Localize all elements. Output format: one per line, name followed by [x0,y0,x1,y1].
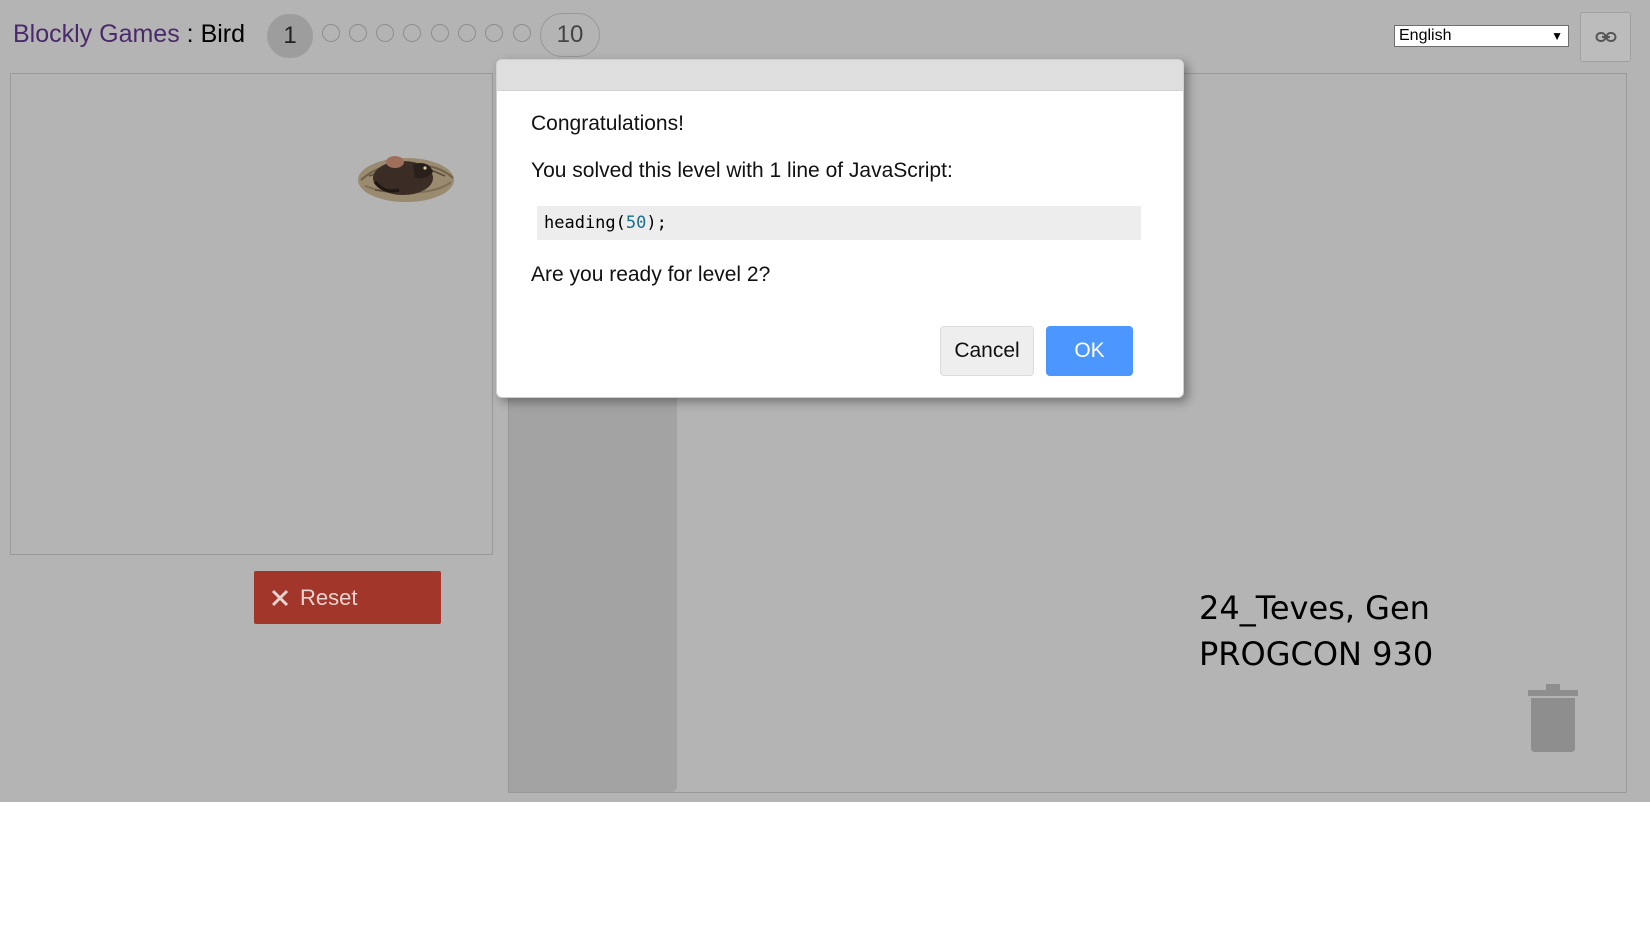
dialog-header[interactable] [497,60,1183,91]
level-dot[interactable] [322,24,340,42]
ok-button[interactable]: OK [1046,326,1133,376]
brand-link[interactable]: Blockly Games [13,20,180,48]
bird-nest-image [358,156,454,202]
app-background: Blockly Games : Bird 1 10 English ▼ Rese… [0,0,1650,802]
dialog-congrats-text: Congratulations! [531,112,684,135]
reset-button[interactable]: Reset [254,571,441,624]
code-snippet: heading(50); [537,206,1141,240]
level-dot[interactable] [513,24,531,42]
level-dot[interactable] [349,24,367,42]
watermark-line-2: PROGCON 930 [1199,635,1434,673]
code-argument: 50 [625,213,647,233]
level-last[interactable]: 10 [540,13,600,57]
level-dot[interactable] [431,24,449,42]
close-icon [271,589,289,606]
level-dot[interactable] [458,24,476,42]
link-icon [1595,32,1616,42]
reset-label: Reset [300,584,358,610]
level-dot[interactable] [403,24,421,42]
page-title: Blockly Games : Bird [13,20,245,49]
code-function: heading( [544,213,626,233]
level-dot[interactable] [376,24,394,42]
trash-icon[interactable] [1528,684,1578,752]
visualization-canvas [10,73,493,555]
level-current[interactable]: 1 [267,14,313,58]
congratulations-dialog: Congratulations! You solved this level w… [496,59,1184,398]
dialog-question-text: Are you ready for level 2? [531,263,771,286]
title-separator: : [186,20,194,48]
link-button[interactable] [1580,12,1631,62]
code-end: ); [646,213,667,233]
dropdown-arrow-icon: ▼ [1551,29,1563,43]
dialog-solved-text: You solved this level with 1 line of Jav… [531,159,953,182]
watermark-text: 24_Teves, Gen PROGCON 930 [1199,585,1433,677]
watermark-line-1: 24_Teves, Gen [1199,589,1430,627]
game-name: Bird [200,20,246,48]
language-selected: English [1399,27,1452,44]
level-dot[interactable] [485,24,503,42]
language-select[interactable]: English ▼ [1394,25,1569,47]
cancel-button[interactable]: Cancel [940,326,1034,376]
